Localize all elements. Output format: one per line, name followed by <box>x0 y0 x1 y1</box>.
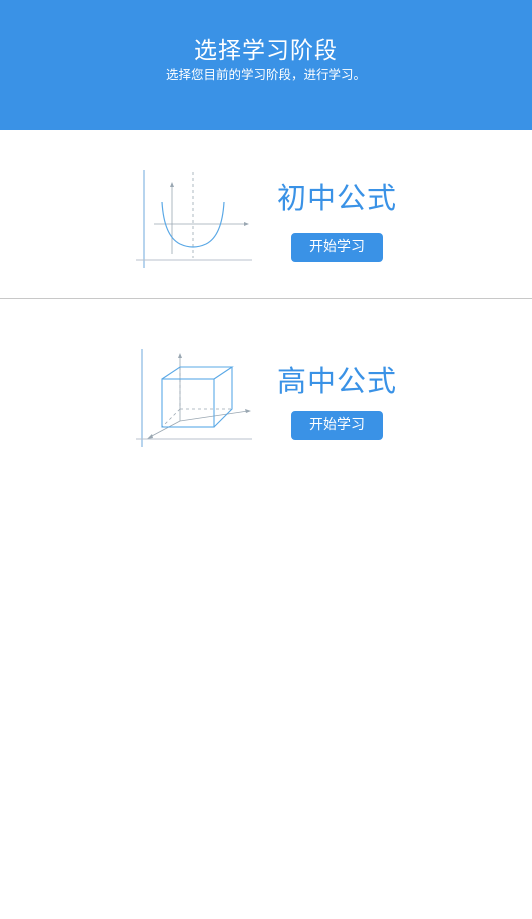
stage-title-senior: 高中公式 <box>276 364 397 398</box>
stage-card-senior[interactable]: 高中公式 开始学习 <box>0 299 532 467</box>
stage-card-junior[interactable]: 初中公式 开始学习 <box>0 130 532 298</box>
3d-cube-axes-icon <box>136 349 252 447</box>
start-learning-button-senior[interactable]: 开始学习 <box>291 411 383 440</box>
parabola-graph-icon <box>136 170 252 268</box>
page-subtitle: 选择您目前的学习阶段，进行学习。 <box>165 67 366 82</box>
start-learning-button-junior[interactable]: 开始学习 <box>291 233 383 262</box>
page-header: 选择学习阶段 选择您目前的学习阶段，进行学习。 <box>0 0 532 130</box>
page-title: 选择学习阶段 <box>194 38 338 64</box>
stage-title-junior: 初中公式 <box>276 181 397 215</box>
